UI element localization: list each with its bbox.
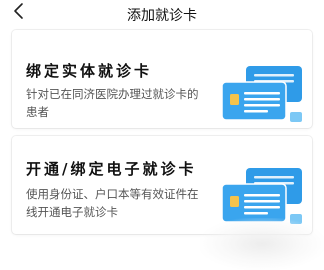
option-description: 针对已在同济医院办理过就诊卡的患者 [26, 87, 199, 119]
option-title: 开通/绑定电子就诊卡 [26, 160, 197, 178]
option-title: 绑定实体就诊卡 [26, 62, 153, 80]
option-description: 使用身份证、户口本等有效证件在线开通电子就诊卡 [26, 187, 199, 219]
bind-physical-card-option[interactable]: 绑定实体就诊卡 针对已在同济医院办理过就诊卡的患者 [12, 30, 312, 128]
id-card-icon [220, 64, 304, 124]
id-card-icon [220, 166, 304, 226]
page-title: 添加就诊卡 [127, 8, 197, 24]
blurred-overlay [200, 218, 324, 270]
header-bar: 添加就诊卡 [0, 0, 324, 30]
